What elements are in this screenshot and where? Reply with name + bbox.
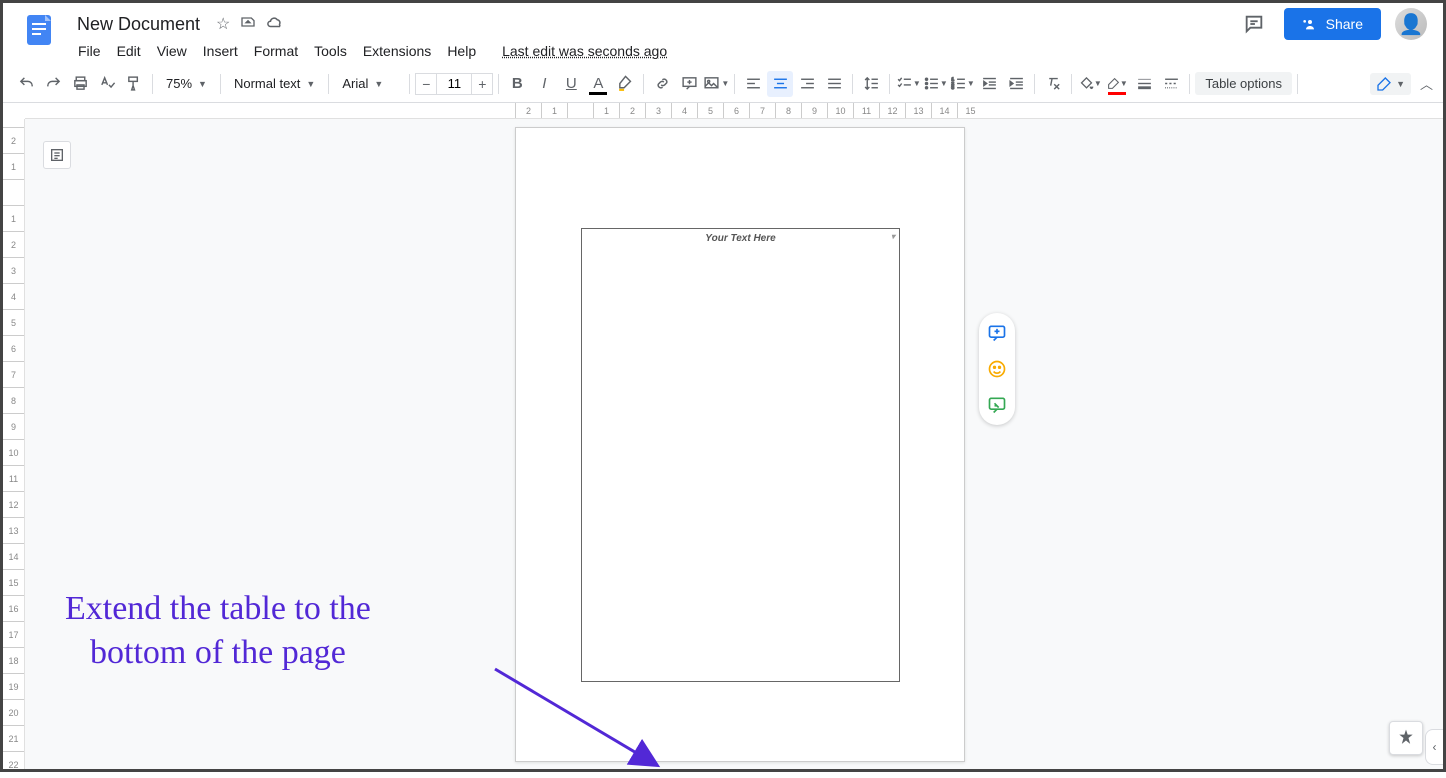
editor-area: 21 1 23 45 67 89 1011 1213 1415 1617 181… (3, 119, 1443, 769)
align-center-button[interactable] (767, 71, 793, 97)
document-outline-button[interactable] (43, 141, 71, 169)
share-button-label: Share (1326, 16, 1363, 32)
text-color-button[interactable]: A (585, 71, 611, 97)
add-emoji-icon[interactable] (985, 357, 1009, 381)
border-width-button[interactable] (1131, 71, 1157, 97)
vertical-ruler[interactable]: 21 1 23 45 67 89 1011 1213 1415 1617 181… (3, 119, 25, 769)
menu-file[interactable]: File (71, 39, 108, 63)
font-size-increase[interactable]: + (471, 73, 493, 95)
docs-logo[interactable] (19, 10, 59, 50)
insert-link-button[interactable] (649, 71, 675, 97)
star-icon[interactable]: ☆ (216, 14, 230, 34)
document-title[interactable]: New Document (71, 12, 206, 37)
last-edit-link[interactable]: Last edit was seconds ago (495, 39, 674, 63)
menu-bar: File Edit View Insert Format Tools Exten… (3, 37, 1443, 65)
italic-button[interactable]: I (531, 71, 557, 97)
editing-mode-button[interactable]: ▼ (1370, 73, 1411, 95)
document-table[interactable]: Your Text Here ▾ (581, 228, 900, 682)
bulleted-list-button[interactable]: ▼ (922, 71, 948, 97)
insert-comment-button[interactable] (676, 71, 702, 97)
menu-help[interactable]: Help (440, 39, 483, 63)
checklist-button[interactable]: ▼ (895, 71, 921, 97)
align-left-button[interactable] (740, 71, 766, 97)
annotation-arrow (485, 659, 685, 769)
highlight-button[interactable] (612, 71, 638, 97)
menu-view[interactable]: View (150, 39, 194, 63)
redo-button[interactable] (40, 71, 66, 97)
numbered-list-button[interactable]: 123▼ (949, 71, 975, 97)
table-options-button[interactable]: Table options (1195, 72, 1292, 95)
paragraph-style-select[interactable]: Normal text▼ (226, 71, 323, 97)
font-size-input[interactable] (437, 73, 471, 95)
table-menu-icon[interactable]: ▾ (891, 232, 895, 241)
cloud-icon[interactable] (266, 13, 284, 36)
print-button[interactable] (67, 71, 93, 97)
toolbar: 75%▼ Normal text▼ Arial▼ − + B I U A ▼ ▼… (3, 65, 1443, 103)
menu-insert[interactable]: Insert (196, 39, 245, 63)
underline-button[interactable]: U (558, 71, 584, 97)
add-comment-icon[interactable] (985, 321, 1009, 345)
paint-format-button[interactable] (121, 71, 147, 97)
border-style-button[interactable] (1158, 71, 1184, 97)
document-canvas[interactable]: Your Text Here ▾ Extend the table to the… (25, 119, 1443, 769)
annotation-text: Extend the table to the bottom of the pa… (65, 587, 371, 675)
user-avatar[interactable]: 👤 (1395, 8, 1427, 40)
spellcheck-button[interactable] (94, 71, 120, 97)
font-select[interactable]: Arial▼ (334, 71, 404, 97)
decrease-indent-button[interactable] (976, 71, 1002, 97)
menu-extensions[interactable]: Extensions (356, 39, 438, 63)
hide-menus-button[interactable]: ︿ (1420, 74, 1433, 93)
menu-format[interactable]: Format (247, 39, 305, 63)
table-cell[interactable]: Your Text Here ▾ (582, 229, 899, 249)
cell-fill-button[interactable]: ▼ (1077, 71, 1103, 97)
side-panel-toggle[interactable]: ‹ (1425, 729, 1443, 765)
svg-text:3: 3 (951, 85, 954, 91)
clear-formatting-button[interactable] (1040, 71, 1066, 97)
font-size-decrease[interactable]: − (415, 73, 437, 95)
title-bar: New Document ☆ Share 👤 (3, 3, 1443, 37)
menu-tools[interactable]: Tools (307, 39, 354, 63)
border-color-button[interactable]: ▼ (1104, 71, 1130, 97)
horizontal-ruler[interactable]: 21 123 456 789 101112 131415 (25, 103, 1443, 119)
align-justify-button[interactable] (821, 71, 847, 97)
comment-history-button[interactable] (1238, 8, 1270, 40)
share-button[interactable]: Share (1284, 8, 1381, 40)
font-size-group: − + (415, 73, 493, 95)
floating-action-panel (979, 313, 1015, 425)
title-icons: ☆ (216, 13, 284, 36)
undo-button[interactable] (13, 71, 39, 97)
zoom-select[interactable]: 75%▼ (158, 71, 215, 97)
bold-button[interactable]: B (504, 71, 530, 97)
menu-edit[interactable]: Edit (110, 39, 148, 63)
move-icon[interactable] (240, 14, 256, 35)
suggest-edit-icon[interactable] (985, 393, 1009, 417)
insert-image-button[interactable]: ▼ (703, 71, 729, 97)
increase-indent-button[interactable] (1003, 71, 1029, 97)
align-right-button[interactable] (794, 71, 820, 97)
line-spacing-button[interactable] (858, 71, 884, 97)
explore-button[interactable] (1389, 721, 1423, 755)
